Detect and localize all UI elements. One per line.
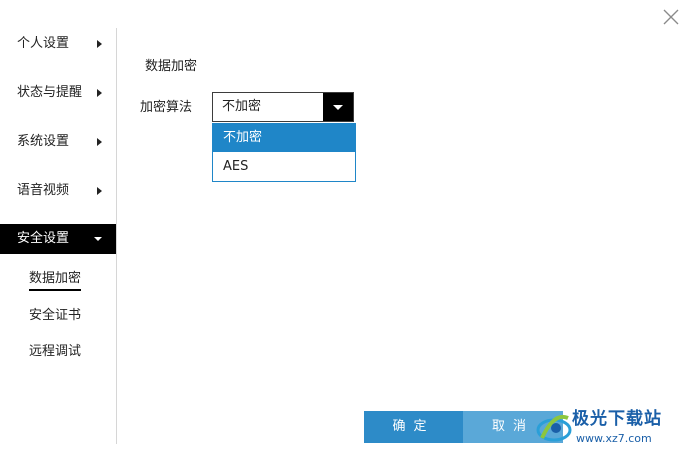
site-watermark: 极光下载站 www.xz7.com xyxy=(532,405,682,451)
sidebar-item-label: 状态与提醒 xyxy=(17,85,83,100)
watermark-text: 极光下载站 xyxy=(572,409,662,429)
select-current-value: 不加密 xyxy=(222,99,262,114)
sidebar-item-label: 个人设置 xyxy=(17,36,70,51)
watermark-url: www.xz7.com xyxy=(576,432,652,445)
chevron-right-icon xyxy=(97,40,102,48)
sidebar-item-system[interactable]: 系统设置 xyxy=(0,127,116,157)
sidebar-item-personal[interactable]: 个人设置 xyxy=(0,29,116,59)
sidebar-item-security[interactable]: 安全设置 xyxy=(0,224,116,254)
section-title: 数据加密 xyxy=(145,59,198,74)
chevron-right-icon xyxy=(97,89,102,97)
chevron-right-icon xyxy=(97,138,102,146)
select-dropdown-toggle[interactable] xyxy=(323,93,353,121)
sidebar-item-label: 安全设置 xyxy=(17,231,70,246)
caret-down-icon xyxy=(333,105,343,110)
sub-item-data-encryption[interactable]: 数据加密 xyxy=(29,270,82,291)
close-button[interactable] xyxy=(662,8,680,26)
option-no-encryption[interactable]: 不加密 xyxy=(213,124,355,152)
watermark-logo-icon xyxy=(536,415,572,442)
ok-button[interactable]: 确定 xyxy=(364,411,463,443)
option-label: AES xyxy=(223,159,249,174)
close-icon xyxy=(663,9,679,25)
option-aes[interactable]: AES xyxy=(213,153,355,181)
encryption-algorithm-options: 不加密 AES xyxy=(212,123,356,182)
sidebar-item-label: 系统设置 xyxy=(17,134,70,149)
encryption-algorithm-label: 加密算法 xyxy=(140,100,193,115)
sidebar-item-label: 语音视频 xyxy=(17,183,70,198)
sidebar-divider xyxy=(116,28,117,444)
sidebar-item-status[interactable]: 状态与提醒 xyxy=(0,78,116,108)
encryption-algorithm-select[interactable]: 不加密 xyxy=(212,92,354,122)
sub-item-remote-debug[interactable]: 远程调试 xyxy=(29,343,81,361)
option-label: 不加密 xyxy=(223,130,263,145)
settings-sidebar: 个人设置 状态与提醒 系统设置 语音视频 安全设置 数据加密 安全证书 远程调试 xyxy=(0,20,116,444)
chevron-down-icon xyxy=(94,237,102,241)
sub-item-security-certificate[interactable]: 安全证书 xyxy=(29,307,81,325)
chevron-right-icon xyxy=(97,187,102,195)
sidebar-item-voice-video[interactable]: 语音视频 xyxy=(0,176,116,206)
